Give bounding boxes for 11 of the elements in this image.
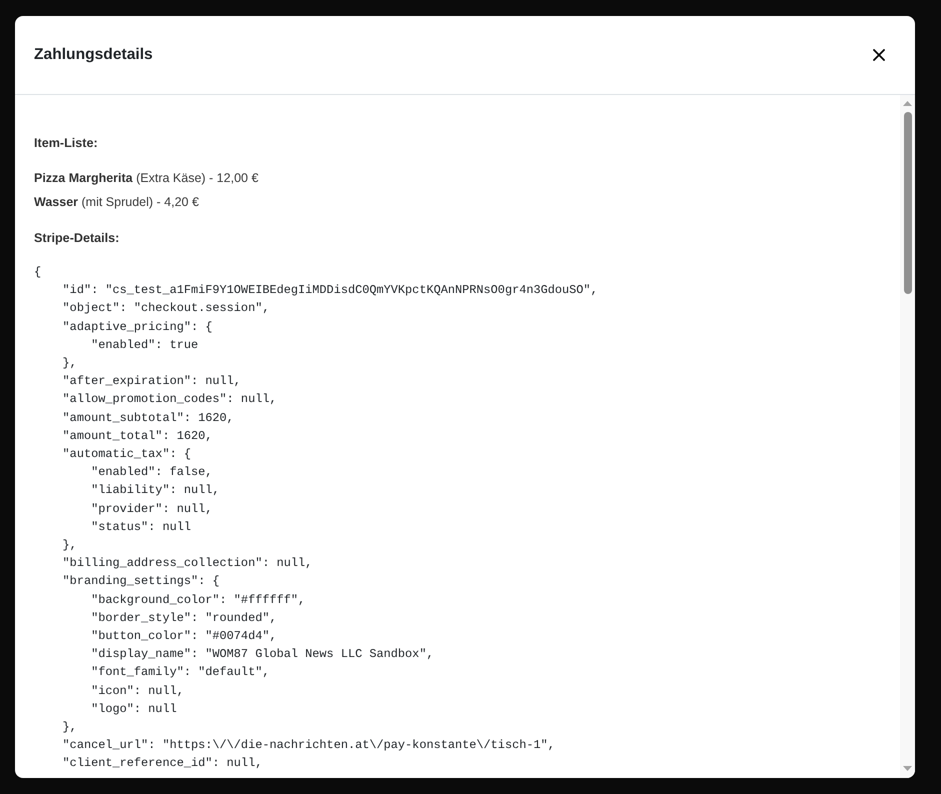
json-text: { "id": "cs_test_a1FmiF9Y1OWEIBEdegIiMDDisdC0QmYVKpctKQAnNPRNsO0gr4n3GdouSO", "object": "checkout.session", "adaptive_pricing": { "enabled": true }, "after_expiration": null, "allow_promotion_codes": null, "amount_subtotal": 1620, "amount_total": 1620, "automatic_tax": { "enabled": false, "liability": null, "provider": null, "status": null }, "billing_address_collection": null, "branding_settings": { "background_color": "#ffffff", "border_style": "rounded", "button_color": "#0074d4", "display_name": "WOM87 Global News LLC Sandbox", "font_family": "default", "icon": null, "logo": null }, "cancel_url": "https:\/\/die-nachrichten.at\/pay-konstante\/tisch-1", "client_reference_id": null, <box>34 264 598 772</box>
order-item: Pizza Margherita (Extra Käse) - 12,00 € <box>34 170 258 187</box>
section-heading: Stripe-Details: <box>34 230 120 247</box>
order-item: Wasser (mit Sprudel) - 4,20 € <box>34 194 199 211</box>
scroll-up-icon[interactable] <box>903 101 912 106</box>
scrollbar-track[interactable] <box>900 95 915 778</box>
close-icon <box>873 49 885 61</box>
section-heading: Item-Liste: <box>34 135 98 152</box>
dialog-title: Zahlungsdetails <box>34 45 153 65</box>
scrollbar-thumb[interactable] <box>904 112 912 294</box>
scroll-down-icon[interactable] <box>903 766 912 771</box>
